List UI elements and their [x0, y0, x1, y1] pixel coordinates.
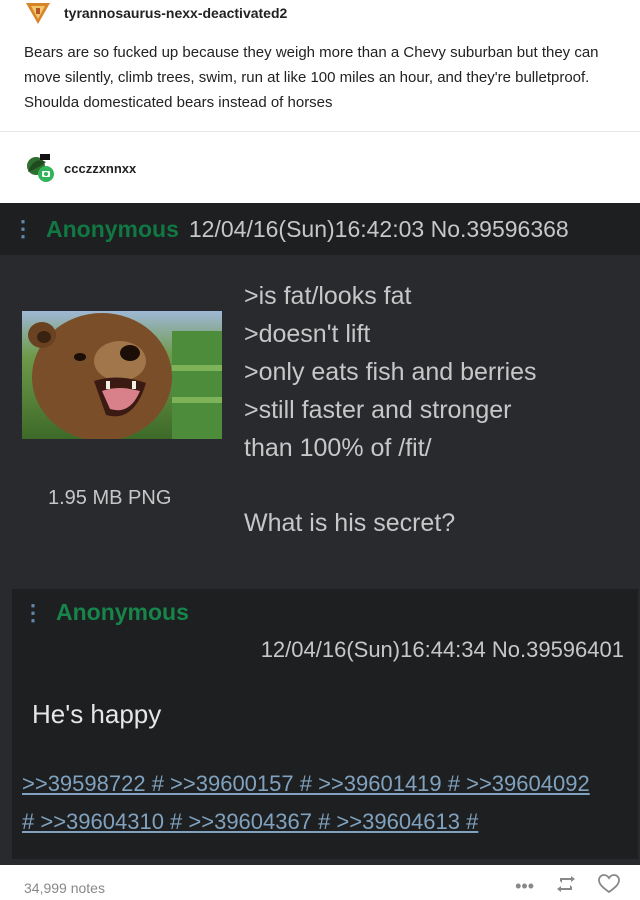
- reply-name-row: ⋮ Anonymous: [12, 599, 189, 626]
- reblog-username[interactable]: ccczzxnnxx: [64, 161, 136, 176]
- reply-post-header: ⋮ Anonymous 12/04/16(Sun)16:44:34 No.395…: [12, 589, 638, 675]
- greentext-line: >still faster and stronger: [244, 396, 512, 424]
- screenshot-4chan-thread: ⋮ Anonymous 12/04/16(Sun)16:42:03 No.395…: [0, 203, 640, 865]
- reply-post: ⋮ Anonymous 12/04/16(Sun)16:44:34 No.395…: [12, 589, 638, 859]
- divider: [0, 131, 640, 132]
- post-body: Bears are so fucked up because they weig…: [24, 44, 599, 111]
- reply-post-meta: 12/04/16(Sun)16:44:34 No.39596401: [260, 637, 624, 662]
- more-icon[interactable]: •••: [515, 876, 534, 897]
- author-row: tyrannosaurus-nexx-deactivated2: [24, 0, 287, 26]
- reblog-icon[interactable]: [556, 875, 576, 898]
- footer-actions: •••: [493, 874, 620, 899]
- greentext-line: >only eats fish and berries: [244, 358, 537, 386]
- triangle-avatar-icon[interactable]: [24, 0, 52, 26]
- greentext-line: than 100% of /fit/: [244, 434, 432, 462]
- backlinks-line[interactable]: # >>39604310 # >>39604367 # >>39604613 #: [22, 809, 478, 834]
- op-post-header: ⋮ Anonymous 12/04/16(Sun)16:42:03 No.395…: [0, 203, 640, 255]
- author-username[interactable]: tyrannosaurus-nexx-deactivated2: [64, 5, 287, 21]
- greentext-line: >doesn't lift: [244, 320, 371, 348]
- op-post-body: >is fat/looks fat >doesn't lift >only ea…: [244, 277, 537, 467]
- post-menu-dots-icon: ⋮: [22, 599, 44, 625]
- notes-count[interactable]: 34,999 notes: [24, 880, 105, 896]
- post-menu-dots-icon: ⋮: [12, 216, 34, 241]
- op-poster-name: Anonymous: [46, 215, 179, 242]
- reblog-avatar[interactable]: [24, 152, 56, 184]
- file-size-label: 1.95 MB PNG: [48, 487, 172, 509]
- op-question: What is his secret?: [244, 509, 456, 537]
- heart-icon[interactable]: [598, 874, 620, 899]
- reblog-author-row: ccczzxnnxx: [24, 150, 136, 186]
- post-header-section: tyrannosaurus-nexx-deactivated2 Bears ar…: [0, 0, 640, 132]
- greentext-line: >is fat/looks fat: [244, 282, 412, 310]
- backlinks-line[interactable]: >>39598722 # >>39600157 # >>39601419 # >…: [22, 771, 590, 796]
- reply-poster-name: Anonymous: [56, 599, 189, 625]
- post-footer: 34,999 notes •••: [0, 866, 640, 900]
- bear-image-thumbnail: [22, 311, 222, 439]
- reply-body: He's happy: [32, 699, 162, 729]
- op-post-meta: 12/04/16(Sun)16:42:03 No.39596368: [188, 215, 569, 242]
- reply-backlinks: >>39598722 # >>39600157 # >>39601419 # >…: [22, 765, 632, 841]
